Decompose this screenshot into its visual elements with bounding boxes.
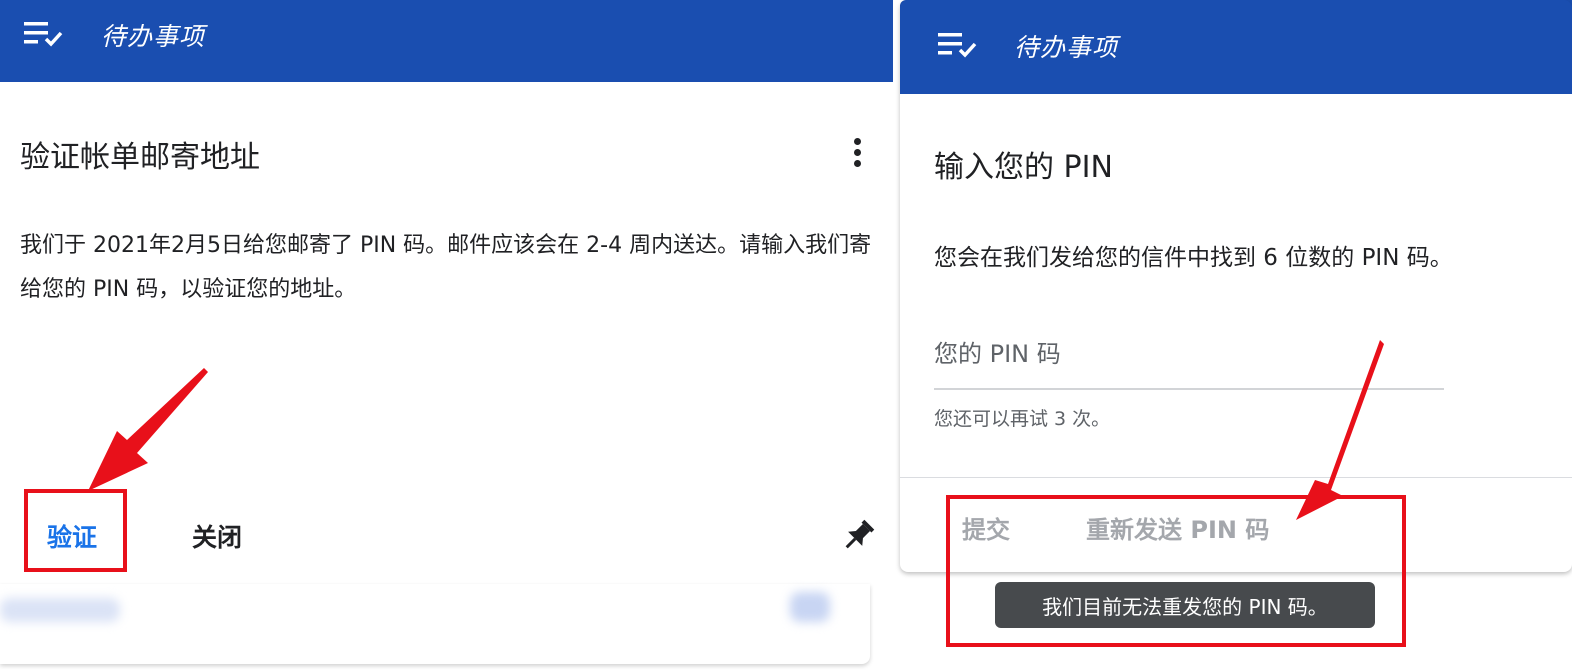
app-title: 待办事项 [101, 22, 206, 51]
annotation-highlight-box [946, 495, 1406, 647]
annotation-highlight-box [24, 489, 127, 572]
close-button[interactable]: 关闭 [192, 518, 242, 554]
next-card-peek [0, 584, 870, 664]
app-bar: 待办事项 [0, 0, 893, 82]
card-body-text: 我们于 2021年2月5日给您邮寄了 PIN 码。邮件应该会在 2-4 周内送达… [20, 233, 872, 302]
more-vert-icon[interactable] [846, 136, 868, 174]
card-title: 验证帐单邮寄地址 [20, 140, 260, 175]
left-panel: 待办事项 验证帐单邮寄地址 我们于 2021年2月5日给您邮寄了 PIN 码。邮… [0, 0, 893, 670]
blurred-content [0, 598, 120, 622]
blurred-content [790, 592, 830, 622]
checklist-icon[interactable] [24, 19, 64, 49]
card-shadow [900, 0, 1572, 572]
push-pin-icon[interactable] [838, 516, 878, 556]
